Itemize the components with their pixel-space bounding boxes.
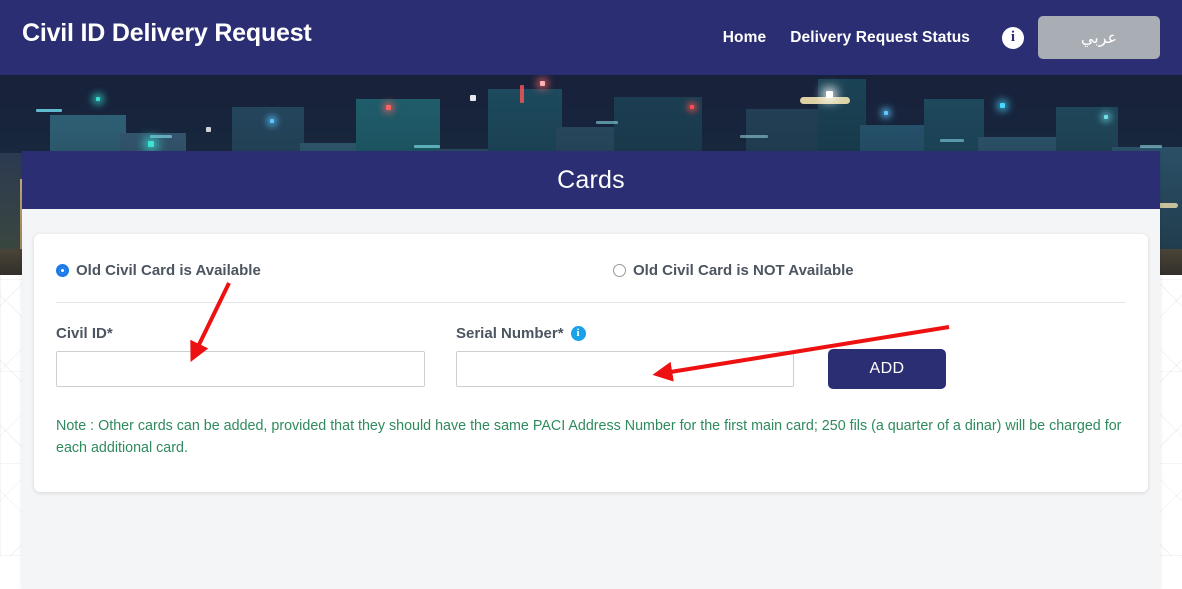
page-title: Civil ID Delivery Request: [22, 19, 312, 47]
site-header: Civil ID Delivery Request Home Delivery …: [0, 0, 1182, 75]
radio-dot-not-available[interactable]: [613, 264, 626, 277]
panel-body: Old Civil Card is Available Old Civil Ca…: [22, 209, 1160, 589]
add-card-button[interactable]: ADD: [828, 349, 946, 389]
serial-number-info-icon[interactable]: i: [570, 326, 586, 341]
field-group-civil-id: Civil ID*: [56, 325, 425, 387]
card-availability-radio-group: Old Civil Card is Available Old Civil Ca…: [56, 256, 1126, 279]
radio-dot-available[interactable]: [56, 264, 69, 277]
serial-number-input[interactable]: [456, 351, 794, 387]
label-serial-number-text: Serial Number*: [456, 325, 564, 342]
civil-id-input[interactable]: [56, 351, 425, 387]
radio-option-old-card-not-available[interactable]: Old Civil Card is NOT Available: [613, 262, 854, 279]
label-serial-number: Serial Number* i: [456, 325, 794, 342]
nav-link-home[interactable]: Home: [711, 29, 778, 47]
card-form: Old Civil Card is Available Old Civil Ca…: [34, 234, 1148, 492]
field-group-serial-number: Serial Number* i: [456, 325, 794, 387]
note-text: Note : Other cards can be added, provide…: [56, 418, 1122, 457]
cards-panel: Cards Old Civil Card is Available Old Ci…: [22, 151, 1160, 589]
panel-header: Cards: [22, 151, 1160, 209]
label-civil-id: Civil ID*: [56, 325, 425, 342]
radio-label-available: Old Civil Card is Available: [76, 262, 261, 279]
main-navigation: Home Delivery Request Status i عربي: [711, 0, 1166, 75]
info-icon[interactable]: i: [1002, 26, 1024, 49]
nav-link-delivery-request-status[interactable]: Delivery Request Status: [778, 29, 982, 47]
section-divider: [56, 302, 1126, 303]
label-civil-id-text: Civil ID*: [56, 325, 113, 342]
language-toggle-button[interactable]: عربي: [1038, 16, 1160, 59]
card-entry-fields: Civil ID* Serial Number* i ADD: [56, 325, 1126, 389]
radio-label-not-available: Old Civil Card is NOT Available: [633, 262, 854, 279]
radio-option-old-card-available[interactable]: Old Civil Card is Available: [56, 262, 613, 279]
panel-title: Cards: [557, 165, 625, 194]
